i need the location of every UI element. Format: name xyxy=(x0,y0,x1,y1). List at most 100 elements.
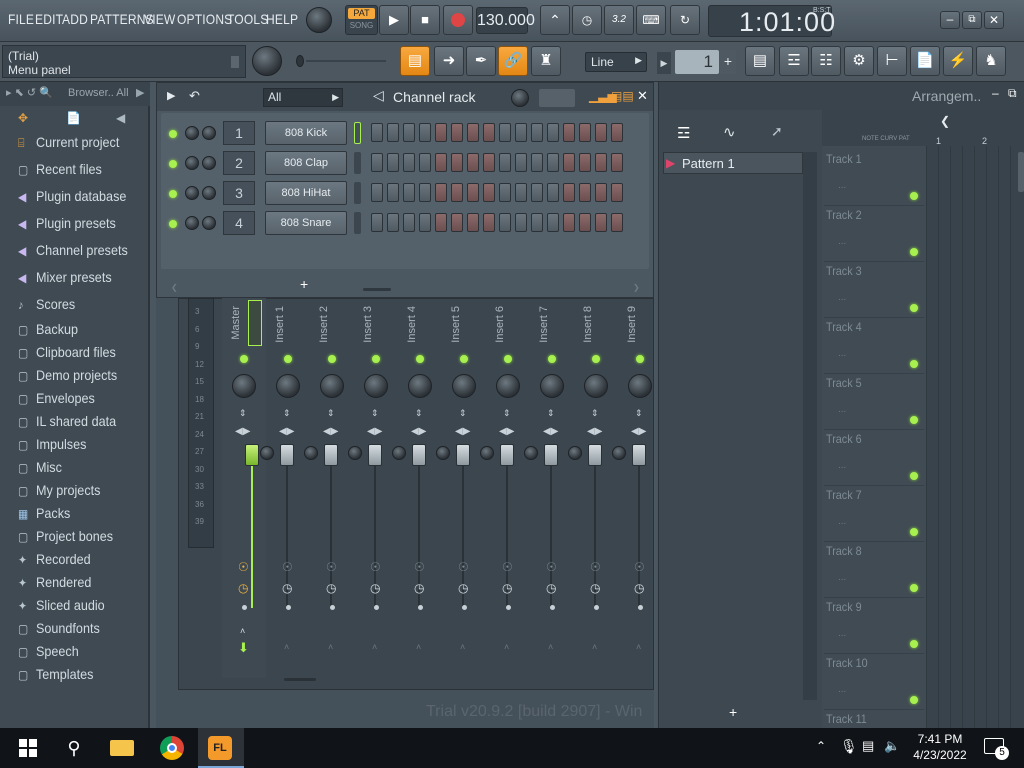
start-button[interactable] xyxy=(14,734,42,762)
track-options-icon[interactable]: ... xyxy=(838,460,846,471)
step-button[interactable] xyxy=(371,123,383,142)
step-button[interactable] xyxy=(515,213,527,232)
step-button[interactable] xyxy=(515,123,527,142)
step-button[interactable] xyxy=(435,123,447,142)
master-pitch-knob[interactable] xyxy=(252,46,282,76)
track-mute-led[interactable] xyxy=(910,584,918,592)
swap-channels-icon[interactable]: ◀▶ xyxy=(411,426,426,437)
strip-enable-led[interactable] xyxy=(504,355,512,363)
stereo-separation-icon[interactable]: ⇕ xyxy=(547,408,555,419)
browser-item[interactable]: ▦ Packs xyxy=(18,505,70,521)
strip-enable-led[interactable] xyxy=(328,355,336,363)
file-explorer-button[interactable] xyxy=(108,734,136,762)
browser-expand-icon[interactable]: ▶ xyxy=(136,86,144,99)
step-button[interactable] xyxy=(531,123,543,142)
step-button[interactable] xyxy=(387,153,399,172)
strip-pan-knob[interactable] xyxy=(628,374,652,398)
add-channel-button[interactable]: + xyxy=(300,276,308,292)
step-button[interactable] xyxy=(531,153,543,172)
route-dot[interactable] xyxy=(242,605,247,610)
channel-pan-knob[interactable] xyxy=(202,186,216,200)
step-button[interactable] xyxy=(499,183,511,202)
stereo-separation-icon[interactable]: ⇕ xyxy=(283,408,291,419)
chrome-button[interactable] xyxy=(158,734,186,762)
scroll-left-icon[interactable]: ❮ xyxy=(171,283,178,292)
track-options-icon[interactable]: ... xyxy=(838,348,846,359)
rack-undo-icon[interactable]: ↶ xyxy=(189,88,200,104)
channel-name-button[interactable]: 808 Clap xyxy=(265,151,347,175)
search-button[interactable]: ⚲ xyxy=(60,734,88,762)
browser-nav-icons[interactable]: ▸ ⬉ ↺ 🔍 xyxy=(6,86,53,99)
master-volume-slider[interactable] xyxy=(292,53,388,67)
fx-slot-icon[interactable]: ☉ xyxy=(370,560,381,574)
strip-pan-knob[interactable] xyxy=(584,374,608,398)
swing-knob[interactable] xyxy=(511,89,529,107)
tray-expand-icon[interactable]: ⌃ xyxy=(816,739,826,753)
step-button[interactable] xyxy=(611,153,623,172)
strip-enable-led[interactable] xyxy=(460,355,468,363)
channel-number[interactable]: 3 xyxy=(223,181,255,205)
browser-item[interactable]: ▢ Templates xyxy=(18,666,93,682)
step-button[interactable] xyxy=(403,123,415,142)
swap-channels-icon[interactable]: ◀▶ xyxy=(587,426,602,437)
playlist-track-header[interactable]: Track 10... xyxy=(824,654,924,710)
step-button[interactable] xyxy=(563,123,575,142)
channel-number[interactable]: 2 xyxy=(223,151,255,175)
step-button[interactable] xyxy=(595,153,607,172)
track-mute-led[interactable] xyxy=(910,248,918,256)
track-options-icon[interactable]: ... xyxy=(838,236,846,247)
step-button[interactable] xyxy=(483,123,495,142)
send-knob[interactable] xyxy=(436,446,450,460)
step-button[interactable] xyxy=(515,153,527,172)
step-button[interactable] xyxy=(435,213,447,232)
send-knob[interactable] xyxy=(304,446,318,460)
browser-speaker-icon[interactable]: ◀ xyxy=(116,111,125,125)
channel-name-button[interactable]: 808 Snare xyxy=(265,211,347,235)
step-button[interactable] xyxy=(387,183,399,202)
step-button[interactable] xyxy=(547,153,559,172)
step-button[interactable] xyxy=(563,183,575,202)
step-button[interactable] xyxy=(419,213,431,232)
send-knob[interactable] xyxy=(612,446,626,460)
automation-tab-icon[interactable]: ➚ xyxy=(771,123,783,140)
playlist-scrollbar[interactable] xyxy=(1018,152,1024,192)
step-button[interactable] xyxy=(563,213,575,232)
menu-add[interactable]: ADD xyxy=(62,11,88,27)
step-button[interactable] xyxy=(403,153,415,172)
playlist-track-header[interactable]: Track 8... xyxy=(824,542,924,598)
browser-item[interactable]: ▢ Envelopes xyxy=(18,390,95,406)
step-button[interactable] xyxy=(467,213,479,232)
latency-clock-icon[interactable]: ◷ xyxy=(414,581,424,595)
fx-slot-icon[interactable]: ☉ xyxy=(458,560,469,574)
swap-channels-icon[interactable]: ◀▶ xyxy=(543,426,558,437)
track-mute-led[interactable] xyxy=(910,472,918,480)
step-button[interactable] xyxy=(531,183,543,202)
pattern-prev-button[interactable]: ▶ xyxy=(657,52,671,74)
typing-keyboard-button[interactable]: 🔗 xyxy=(498,46,528,76)
send-knob[interactable] xyxy=(568,446,582,460)
channel-pan-knob[interactable] xyxy=(202,126,216,140)
piano-tab-icon[interactable]: ☲ xyxy=(677,124,690,142)
strip-pan-knob[interactable] xyxy=(276,374,300,398)
browser-view-button[interactable]: 📄 xyxy=(910,46,940,76)
metronome-button[interactable]: ⌃ xyxy=(540,5,570,35)
plugin-manager-button[interactable]: ⚡ xyxy=(943,46,973,76)
fx-slot-icon[interactable]: ☉ xyxy=(634,560,645,574)
route-dot[interactable] xyxy=(374,605,379,610)
strip-enable-led[interactable] xyxy=(416,355,424,363)
browser-item[interactable]: ⌸ Current project xyxy=(18,134,119,151)
browser-item[interactable]: ✦ Recorded xyxy=(18,551,91,567)
strip-pan-knob[interactable] xyxy=(452,374,476,398)
step-button[interactable] xyxy=(499,153,511,172)
step-button[interactable] xyxy=(547,123,559,142)
step-button[interactable] xyxy=(499,213,511,232)
menu-help[interactable]: HELP xyxy=(266,11,298,27)
strip-enable-led[interactable] xyxy=(592,355,600,363)
strip-pan-knob[interactable] xyxy=(540,374,564,398)
step-button[interactable] xyxy=(435,153,447,172)
main-volume-knob[interactable] xyxy=(306,7,332,33)
menu-file[interactable]: FILE xyxy=(8,11,34,27)
step-button[interactable] xyxy=(451,183,463,202)
step-sequencer-button[interactable]: ➜ xyxy=(434,46,464,76)
rack-scrollbar[interactable] xyxy=(363,288,391,291)
